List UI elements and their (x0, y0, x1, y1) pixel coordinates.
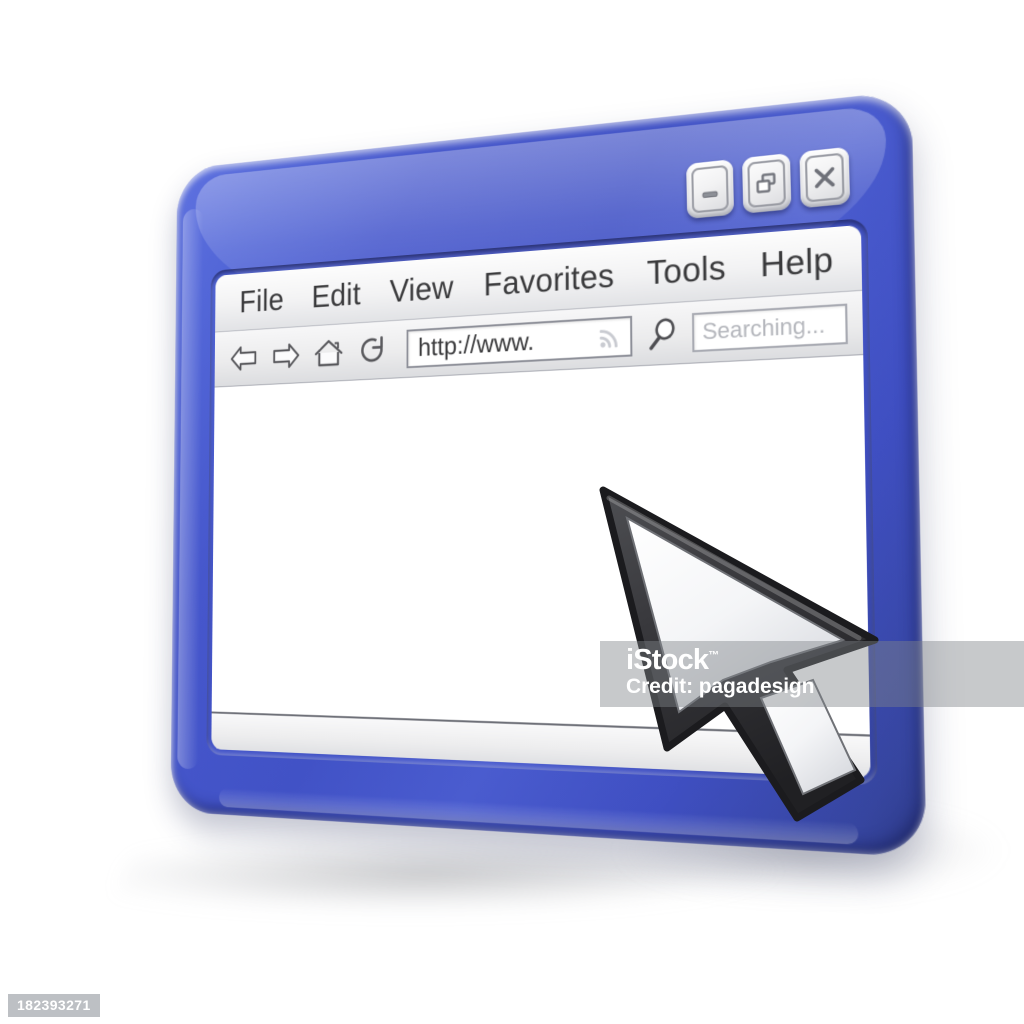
window-drop-shadow (105, 838, 855, 933)
rss-feed-icon (598, 324, 622, 350)
bezel-left-highlight (177, 208, 204, 770)
menu-item-help[interactable]: Help (760, 239, 834, 284)
search-input-placeholder: Searching... (702, 310, 826, 344)
address-bar[interactable]: http://www. (406, 315, 633, 368)
scene-canvas: File Edit View Favorites Tools Help http… (0, 0, 1024, 1024)
search-input[interactable]: Searching... (691, 303, 848, 352)
forward-icon (271, 341, 301, 371)
image-id-badge: 182393271 (8, 994, 100, 1017)
bezel-bottom-highlight (218, 787, 859, 845)
address-bar-text: http://www. (418, 325, 535, 362)
browser-window[interactable]: File Edit View Favorites Tools Help http… (170, 90, 927, 858)
home-icon (314, 337, 343, 369)
refresh-button[interactable] (355, 332, 390, 368)
menu-item-edit[interactable]: Edit (311, 275, 361, 314)
back-button[interactable] (228, 340, 261, 375)
